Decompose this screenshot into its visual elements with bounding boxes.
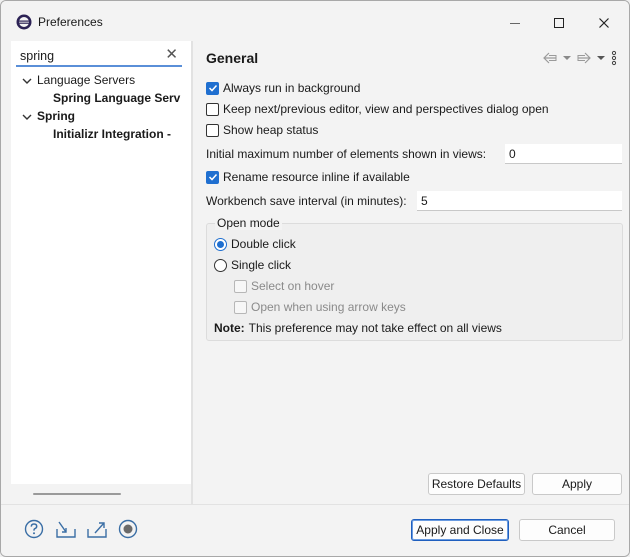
initial-max-elements-field[interactable]: 0 — [505, 144, 622, 164]
checkbox-label: Rename resource inline if available — [223, 170, 410, 184]
checkmark-icon[interactable] — [206, 81, 219, 95]
apply-and-close-button[interactable]: Apply and Close — [411, 519, 509, 541]
minimize-button[interactable] — [493, 9, 537, 37]
single-click-radio[interactable]: Single click — [214, 256, 291, 274]
maximize-icon — [554, 18, 564, 28]
tree-item-spring[interactable]: Spring — [11, 108, 191, 126]
chevron-down-icon[interactable] — [22, 112, 32, 122]
preferences-window: Preferences spring ✕ Language Servers Sp… — [0, 0, 630, 557]
tree-item-spring-language-server[interactable]: Spring Language Serv — [11, 90, 191, 108]
page-title: General — [206, 50, 259, 66]
page-nav-toolbar — [541, 50, 619, 66]
note-label: Note: — [214, 321, 245, 335]
checkbox-label: Show heap status — [223, 123, 319, 137]
eclipse-icon — [16, 14, 32, 30]
filter-value: spring — [20, 49, 55, 63]
radio-selected-icon[interactable] — [214, 237, 227, 251]
checkbox-box[interactable] — [206, 102, 219, 116]
import-icon[interactable] — [55, 519, 76, 539]
close-icon — [599, 18, 609, 28]
open-arrow-keys-checkbox: Open when using arrow keys — [234, 298, 406, 316]
double-click-radio[interactable]: Double click — [214, 235, 296, 253]
dropdown-icon[interactable] — [561, 51, 573, 65]
tree-label: Spring Language Serv — [53, 91, 181, 105]
show-heap-status-checkbox[interactable]: Show heap status — [206, 121, 318, 139]
maximize-button[interactable] — [537, 9, 581, 37]
title-bar[interactable]: Preferences — [1, 1, 629, 41]
radio-unselected-icon[interactable] — [214, 258, 227, 272]
tree-label: Initializr Integration - — [53, 127, 172, 141]
checkbox-label: Keep next/previous editor, view and pers… — [223, 102, 549, 116]
minimize-icon — [510, 23, 520, 24]
note-text: This preference may not take effect on a… — [248, 321, 502, 335]
save-interval-field[interactable]: 5 — [417, 191, 622, 211]
apply-button[interactable]: Apply — [532, 473, 622, 495]
dropdown-icon[interactable] — [595, 51, 607, 65]
checkbox-box[interactable] — [206, 123, 219, 137]
restore-defaults-button[interactable]: Restore Defaults — [428, 473, 525, 495]
checkbox-box — [234, 279, 247, 293]
filter-input[interactable]: spring ✕ — [16, 45, 182, 67]
preferences-tree-pane: spring ✕ Language Servers Spring Languag… — [11, 41, 191, 504]
tree-item-language-servers[interactable]: Language Servers — [11, 72, 191, 90]
keep-dialog-open-checkbox[interactable]: Keep next/previous editor, view and pers… — [206, 100, 549, 118]
checkmark-icon[interactable] — [206, 170, 219, 184]
window-title: Preferences — [38, 15, 103, 29]
select-on-hover-checkbox: Select on hover — [234, 277, 334, 295]
preference-page: General Always run in background Keep ne… — [193, 41, 629, 504]
close-button[interactable] — [582, 9, 626, 37]
always-run-background-checkbox[interactable]: Always run in background — [206, 79, 360, 97]
view-menu-icon[interactable] — [609, 50, 619, 66]
checkbox-label: Always run in background — [223, 81, 361, 95]
forward-arrow-icon[interactable] — [575, 51, 593, 65]
horizontal-scrollbar-thumb[interactable] — [33, 493, 121, 495]
export-icon[interactable] — [86, 519, 107, 539]
cancel-button[interactable]: Cancel — [519, 519, 615, 541]
open-mode-note: Note: This preference may not take effec… — [214, 319, 502, 337]
clear-x-icon[interactable]: ✕ — [165, 46, 178, 64]
record-icon[interactable] — [118, 519, 138, 539]
group-label: Open mode — [215, 216, 282, 230]
help-icon[interactable] — [24, 519, 44, 539]
dialog-button-bar: Apply and Close Cancel — [1, 504, 629, 556]
chevron-down-icon[interactable] — [22, 76, 32, 86]
tree-label: Spring — [37, 109, 75, 123]
save-interval-label: Workbench save interval (in minutes): — [206, 194, 407, 208]
radio-label: Single click — [231, 258, 292, 272]
checkbox-box — [234, 300, 247, 314]
radio-label: Double click — [231, 237, 296, 251]
initial-max-elements-label: Initial maximum number of elements shown… — [206, 147, 487, 161]
rename-inline-checkbox[interactable]: Rename resource inline if available — [206, 168, 410, 186]
checkbox-label: Open when using arrow keys — [251, 300, 406, 314]
tree-label: Language Servers — [37, 73, 136, 87]
tree-item-initializr-integration[interactable]: Initializr Integration - — [11, 126, 191, 144]
checkbox-label: Select on hover — [251, 279, 335, 293]
back-arrow-icon[interactable] — [541, 51, 559, 65]
